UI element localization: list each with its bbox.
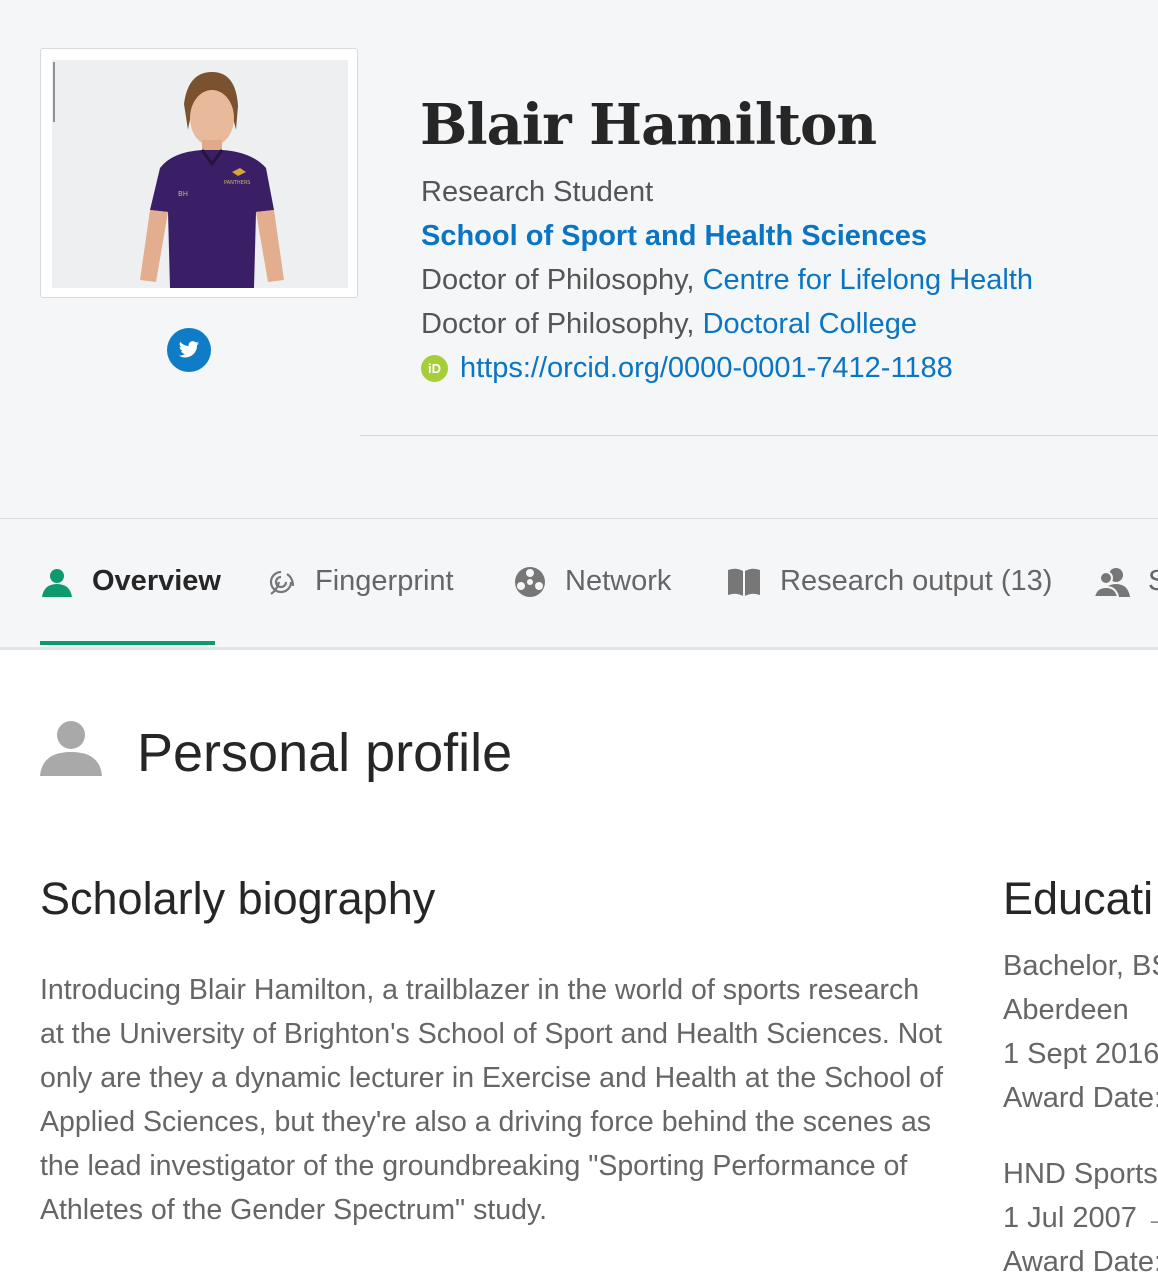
shirt-initials: BH <box>178 190 188 198</box>
profile-tabs: Overview Fingerprint Network Research ou… <box>0 519 1158 650</box>
affiliation-2: Doctor of Philosophy, Doctoral College <box>421 308 917 341</box>
tab-supervisions[interactable]: S <box>1094 519 1158 644</box>
affiliation-1: Doctor of Philosophy, Centre for Lifelon… <box>421 264 1033 297</box>
person-icon <box>42 568 72 597</box>
education-line: Award Date: <box>1003 1082 1158 1114</box>
affiliation-1-degree: Doctor of Philosophy, <box>421 264 695 296</box>
biography-heading: Scholarly biography <box>40 873 436 924</box>
active-tab-indicator <box>40 641 215 645</box>
section-title: Personal profile <box>137 723 513 783</box>
profile-header: BH PANTHERS Blair Hamilton Research Stud… <box>0 0 1158 519</box>
education-line: Award Date: <box>1003 1246 1158 1278</box>
fingerprint-icon <box>269 570 295 595</box>
education-line: 1 Sept 2016 <box>1003 1038 1158 1070</box>
tab-fingerprint[interactable]: Fingerprint <box>265 519 454 644</box>
tab-network[interactable]: Network <box>513 519 671 644</box>
profile-photo: BH PANTHERS <box>52 60 348 288</box>
shirt-text: PANTHERS <box>224 180 250 186</box>
orcid-link[interactable]: https://orcid.org/0000-0001-7412-1188 <box>460 352 953 385</box>
tab-research-output-label: Research output (13) <box>780 565 1053 597</box>
people-icon <box>1094 567 1130 598</box>
tab-supervisions-label: S <box>1148 565 1158 598</box>
orcid-row: iD https://orcid.org/0000-0001-7412-1188 <box>421 352 953 385</box>
profile-role: Research Student <box>421 176 654 208</box>
orcid-icon: iD <box>421 355 448 382</box>
education-line: Aberdeen <box>1003 994 1129 1026</box>
affiliation-2-link[interactable]: Doctoral College <box>703 308 917 340</box>
school-link[interactable]: School of Sport and Health Sciences <box>421 220 927 253</box>
education-heading: Educati <box>1003 873 1154 924</box>
profile-name: Blair Hamilton <box>420 92 877 158</box>
affiliation-1-link[interactable]: Centre for Lifelong Health <box>703 264 1033 296</box>
education-line: Bachelor, BS <box>1003 950 1158 982</box>
education-line: HND Sports <box>1003 1158 1158 1190</box>
affiliation-2-degree: Doctor of Philosophy, <box>421 308 695 340</box>
header-divider <box>360 435 1158 436</box>
tab-network-label: Network <box>565 565 672 597</box>
twitter-link[interactable] <box>167 328 211 372</box>
biography-text: Introducing Blair Hamilton, a trailblaze… <box>40 974 943 1226</box>
book-icon <box>728 568 760 596</box>
tab-research-output[interactable]: Research output (13) <box>726 519 1052 644</box>
profile-photo-frame: BH PANTHERS <box>40 48 358 298</box>
education-line: 1 Jul 2007 → <box>1003 1202 1158 1234</box>
tab-overview[interactable]: Overview <box>40 519 221 644</box>
tab-overview-label: Overview <box>92 565 221 597</box>
twitter-icon <box>178 341 200 358</box>
network-icon <box>515 566 545 597</box>
tab-fingerprint-label: Fingerprint <box>315 565 454 597</box>
personal-profile-icon <box>40 721 102 776</box>
